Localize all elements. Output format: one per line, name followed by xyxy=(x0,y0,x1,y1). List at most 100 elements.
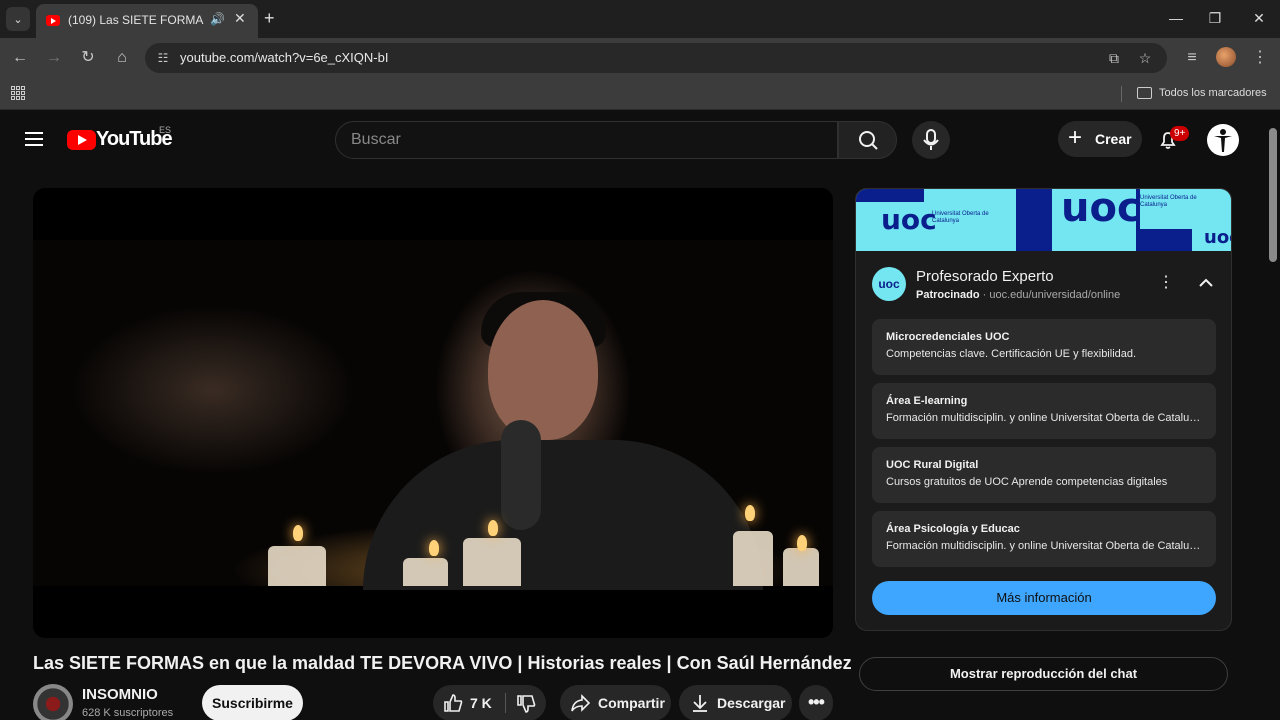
like-button[interactable]: 7 K xyxy=(433,685,505,720)
more-actions-button[interactable]: ••• xyxy=(799,685,833,720)
advertiser-name[interactable]: Profesorado Experto xyxy=(916,268,1054,285)
collapse-chevron-up-icon[interactable] xyxy=(1196,273,1216,293)
channel-avatar[interactable] xyxy=(33,684,73,720)
uoc-logo-text-large: uoc xyxy=(1061,188,1141,231)
search-button[interactable] xyxy=(838,121,897,159)
install-app-icon[interactable]: ⧉ xyxy=(1105,49,1123,67)
bookmarks-divider xyxy=(1121,86,1122,102)
address-bar[interactable]: ☷ youtube.com/watch?v=6e_cXIQN-bI ⧉ ☆ xyxy=(145,43,1167,73)
plus-icon: + xyxy=(1068,124,1083,151)
notifications-badge: 9+ xyxy=(1170,126,1190,141)
share-button[interactable]: Compartir xyxy=(560,685,671,720)
ad-sitelink-title: Área E-learning xyxy=(886,395,968,407)
ad-sitelink-desc: Competencias clave. Certificación UE y f… xyxy=(886,348,1137,360)
ad-sitelink[interactable]: Área Psicología y Educac Formación multi… xyxy=(872,511,1216,567)
candle-flame xyxy=(797,535,807,551)
all-bookmarks-link[interactable]: Todos los marcadores xyxy=(1159,87,1267,99)
hamburger-menu-icon[interactable] xyxy=(25,132,43,146)
sponsored-url: uoc.edu/universidad/online xyxy=(989,289,1121,301)
video-microphone xyxy=(501,420,541,530)
channel-name[interactable]: INSOMNIO xyxy=(82,686,158,703)
apps-grid-icon[interactable] xyxy=(11,86,25,100)
uoc-logo-text: uoc xyxy=(881,203,937,236)
ad-sitelink-desc: Formación multidisciplin. y online Unive… xyxy=(886,412,1206,424)
close-window-button[interactable]: ✕ xyxy=(1249,8,1269,28)
voice-search-button[interactable] xyxy=(912,121,950,159)
sponsored-label: Patrocinado xyxy=(916,289,980,301)
user-figure-icon xyxy=(1214,129,1232,152)
candle xyxy=(463,538,521,586)
uoc-small-text-2: Universitat Oberta de Catalunya xyxy=(1140,195,1197,208)
reload-button[interactable]: ↻ xyxy=(78,48,98,68)
tab-title: (109) Las SIETE FORMAS en xyxy=(68,13,204,27)
ad-sitelink[interactable]: Área E-learning Formación multidisciplin… xyxy=(872,383,1216,439)
uoc-logo-text-small: uoc xyxy=(1204,227,1231,248)
candle xyxy=(733,531,773,586)
create-button[interactable]: + Crear xyxy=(1058,121,1142,157)
video-subject-head xyxy=(488,300,598,440)
site-info-icon[interactable]: ☷ xyxy=(155,50,171,66)
more-horizontal-icon: ••• xyxy=(808,692,825,712)
candle-flame xyxy=(429,540,439,556)
dislike-button[interactable] xyxy=(506,685,546,720)
download-label: Descargar xyxy=(717,695,786,711)
forward-button[interactable]: → xyxy=(44,48,64,68)
download-icon xyxy=(693,695,707,712)
advertiser-logo[interactable]: uoc xyxy=(872,267,906,301)
share-arrow-icon xyxy=(571,694,591,712)
search-icon xyxy=(859,131,878,150)
like-count: 7 K xyxy=(470,695,492,711)
ad-sitelink[interactable]: Microcredenciales UOC Competencias clave… xyxy=(872,319,1216,375)
ad-sitelink-desc: Cursos gratuitos de UOC Aprende competen… xyxy=(886,476,1168,488)
download-button[interactable]: Descargar xyxy=(679,685,792,720)
minimize-window-button[interactable]: — xyxy=(1166,8,1186,28)
youtube-logo-icon[interactable] xyxy=(67,130,96,150)
search-input[interactable]: Buscar xyxy=(351,131,401,149)
video-player[interactable] xyxy=(33,188,833,638)
bookmark-star-icon[interactable]: ☆ xyxy=(1136,49,1154,67)
ad-sitelink-title: UOC Rural Digital xyxy=(886,459,979,471)
browser-tab-active[interactable]: (109) Las SIETE FORMAS en 🔊 ✕ xyxy=(36,4,258,38)
ad-more-options-icon[interactable]: ⋮ xyxy=(1156,273,1176,293)
new-tab-button[interactable]: + xyxy=(264,8,275,28)
candle-flame xyxy=(745,505,755,521)
microphone-icon xyxy=(923,129,939,150)
thumbs-up-icon xyxy=(444,694,463,712)
page-scrollbar[interactable] xyxy=(1269,128,1277,262)
show-chat-replay-button[interactable]: Mostrar reproducción del chat xyxy=(859,657,1228,691)
candle-flame xyxy=(488,520,498,536)
candle xyxy=(268,546,326,586)
url-text[interactable]: youtube.com/watch?v=6e_cXIQN-bI xyxy=(180,50,388,65)
more-info-button[interactable]: Más información xyxy=(872,581,1216,615)
audio-playing-icon[interactable]: 🔊 xyxy=(210,12,225,26)
browser-tab-strip: ⌄ (109) Las SIETE FORMAS en 🔊 ✕ + — ❐ ✕ xyxy=(0,0,1280,38)
ad-sitelink-title: Microcredenciales UOC xyxy=(886,331,1010,343)
tab-search-button[interactable]: ⌄ xyxy=(6,7,30,31)
account-avatar[interactable] xyxy=(1207,124,1239,156)
subscribe-button[interactable]: Suscribirme xyxy=(202,685,303,720)
home-button[interactable]: ⌂ xyxy=(112,48,132,68)
sponsored-ad-card: uoc Universitat Oberta de Catalunya uoc … xyxy=(855,188,1232,631)
like-dislike-group: 7 K xyxy=(433,685,546,720)
candle-flame xyxy=(293,525,303,541)
close-tab-icon[interactable]: ✕ xyxy=(234,10,246,27)
youtube-page: YouTube ES Buscar + Crear 9+ Las SIETE F… xyxy=(0,111,1280,720)
youtube-favicon-icon xyxy=(46,15,60,26)
share-label: Compartir xyxy=(598,695,665,711)
profile-avatar[interactable] xyxy=(1216,47,1236,67)
maximize-window-button[interactable]: ❐ xyxy=(1205,8,1225,28)
media-control-icon[interactable]: ≡ xyxy=(1182,48,1202,68)
ad-sitelink-title: Área Psicología y Educac xyxy=(886,523,1020,535)
ad-banner-image[interactable]: uoc Universitat Oberta de Catalunya uoc … xyxy=(856,188,1231,251)
ad-sitelink-desc: Formación multidisciplin. y online Unive… xyxy=(886,540,1206,552)
thumbs-down-icon xyxy=(517,695,536,713)
back-button[interactable]: ← xyxy=(10,48,30,68)
subscriber-count: 628 K suscriptores xyxy=(82,707,174,719)
bookmarks-bar: Todos los marcadores xyxy=(0,78,1280,110)
search-box[interactable]: Buscar xyxy=(335,121,838,159)
banner-block xyxy=(856,189,924,202)
chrome-menu-icon[interactable]: ⋮ xyxy=(1250,48,1270,68)
ad-sitelink[interactable]: UOC Rural Digital Cursos gratuitos de UO… xyxy=(872,447,1216,503)
sponsored-line: Patrocinado · uoc.edu/universidad/online xyxy=(916,289,1121,301)
region-code: ES xyxy=(159,125,172,135)
